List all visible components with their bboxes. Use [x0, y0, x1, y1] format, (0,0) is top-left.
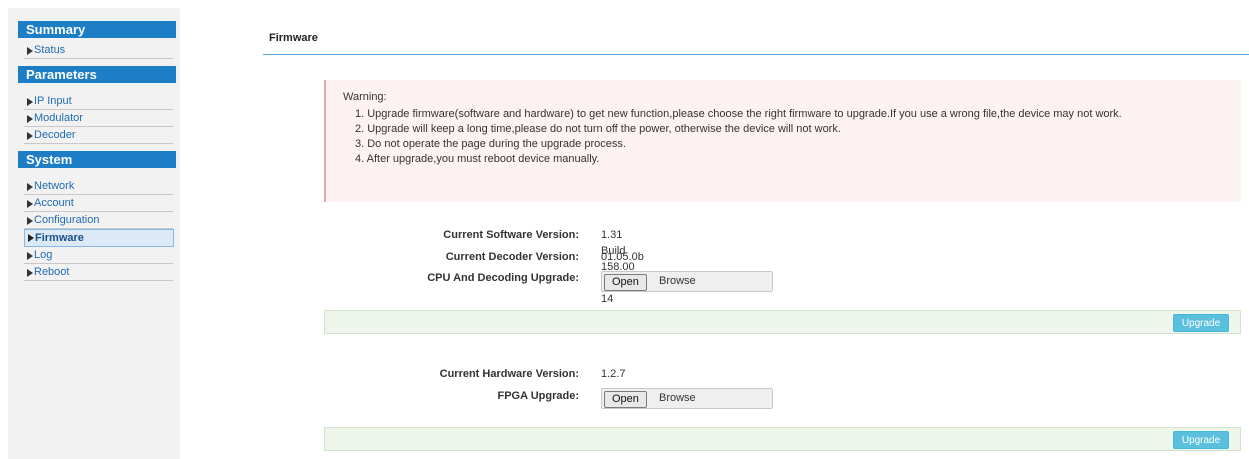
sidebar-item-label: Configuration: [34, 214, 100, 226]
sidebar-item-ip-input[interactable]: IP Input: [24, 93, 173, 110]
sidebar-item-firmware[interactable]: Firmware: [24, 229, 174, 247]
hardware-upgrade-button[interactable]: Upgrade: [1173, 431, 1229, 449]
software-upgrade-bar: Upgrade: [324, 310, 1241, 334]
sidebar: Summary Status Parameters IP Input Modul…: [8, 8, 180, 459]
sidebar-item-label: Status: [34, 44, 66, 56]
hardware-version-label: Current Hardware Version:: [439, 368, 579, 380]
sidebar-item-label: Decoder: [34, 129, 76, 141]
sidebar-item-label: Account: [34, 197, 74, 209]
fpga-upgrade-file-input[interactable]: Open Browse: [601, 388, 773, 409]
decoder-version-value: 01.05.0b: [601, 251, 644, 263]
sidebar-item-configuration[interactable]: Configuration: [24, 212, 173, 229]
triangle-right-icon: [27, 200, 33, 208]
triangle-right-icon: [27, 252, 33, 260]
hardware-version-value: 1.2.7: [601, 368, 626, 380]
sidebar-section-summary: Summary: [18, 21, 176, 38]
software-version-label: Current Software Version:: [443, 229, 579, 241]
sidebar-item-log[interactable]: Log: [24, 247, 173, 264]
page-title: Firmware: [269, 32, 318, 44]
fpga-open-button[interactable]: Open: [604, 391, 647, 408]
warning-item: 2. Upgrade will keep a long time,please …: [355, 123, 841, 135]
sidebar-item-label: Network: [34, 180, 75, 192]
sidebar-section-system: System: [18, 151, 176, 168]
warning-title: Warning:: [343, 91, 387, 103]
triangle-right-icon: [27, 98, 33, 106]
fpga-upgrade-label: FPGA Upgrade:: [497, 390, 580, 402]
triangle-right-icon: [27, 115, 33, 123]
warning-box: Warning: 1. Upgrade firmware(software an…: [324, 80, 1241, 202]
sidebar-menu: Summary Status Parameters IP Input Modul…: [18, 21, 176, 286]
sidebar-item-network[interactable]: Network: [24, 178, 173, 195]
warning-item: 3. Do not operate the page during the up…: [355, 138, 626, 150]
sidebar-item-label: Reboot: [34, 266, 70, 278]
sidebar-item-status[interactable]: Status: [24, 42, 173, 59]
sidebar-list-summary: Status: [18, 38, 176, 64]
cpu-open-button[interactable]: Open: [604, 274, 647, 291]
sidebar-list-parameters: IP Input Modulator Decoder: [18, 83, 176, 149]
triangle-right-icon: [27, 132, 33, 140]
fpga-browse-text: Browse: [659, 392, 696, 404]
triangle-right-icon: [27, 217, 33, 225]
title-divider: [263, 54, 1249, 55]
sidebar-item-reboot[interactable]: Reboot: [24, 264, 173, 281]
cpu-upgrade-label: CPU And Decoding Upgrade:: [427, 272, 579, 284]
cpu-upgrade-file-input[interactable]: Open Browse: [601, 271, 773, 292]
sidebar-item-label: Log: [34, 249, 53, 261]
main-content: Firmware Warning: 1. Upgrade firmware(so…: [263, 0, 1249, 459]
sidebar-item-label: IP Input: [34, 95, 72, 107]
sidebar-section-parameters: Parameters: [18, 66, 176, 83]
cpu-browse-text: Browse: [659, 275, 696, 287]
hardware-upgrade-bar: Upgrade: [324, 427, 1241, 451]
sidebar-item-account[interactable]: Account: [24, 195, 173, 212]
triangle-right-icon: [27, 183, 33, 191]
sidebar-item-modulator[interactable]: Modulator: [24, 110, 173, 127]
sidebar-item-label: Firmware: [35, 232, 84, 244]
warning-item: 4. After upgrade,you must reboot device …: [355, 153, 600, 165]
sidebar-item-decoder[interactable]: Decoder: [24, 127, 173, 144]
sidebar-list-system: Network Account Configuration Firmware L…: [18, 168, 176, 286]
triangle-right-icon: [27, 269, 33, 277]
triangle-right-icon: [28, 234, 34, 242]
decoder-version-label: Current Decoder Version:: [445, 251, 579, 263]
sidebar-item-label: Modulator: [34, 112, 83, 124]
software-upgrade-button[interactable]: Upgrade: [1173, 314, 1229, 332]
triangle-right-icon: [27, 47, 33, 55]
warning-item: 1. Upgrade firmware(software and hardwar…: [355, 108, 1122, 120]
